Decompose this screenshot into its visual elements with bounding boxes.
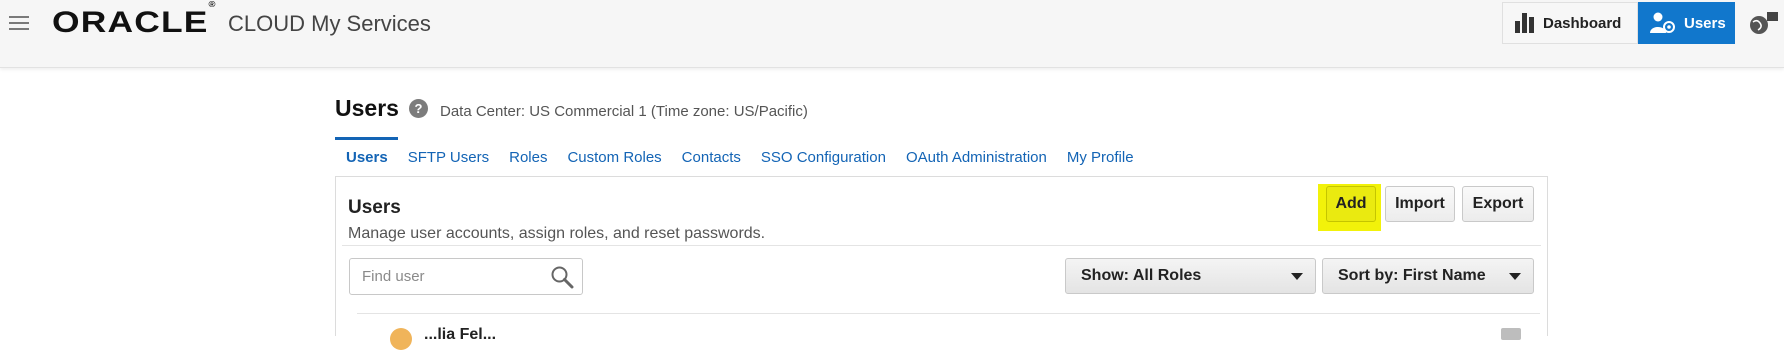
list-divider [357, 313, 1540, 314]
chevron-down-icon [1509, 273, 1521, 280]
nav-more-button[interactable] [1738, 2, 1784, 44]
import-button[interactable]: Import [1385, 186, 1455, 222]
row-menu-icon[interactable] [1501, 328, 1521, 340]
chevron-down-icon [1291, 273, 1303, 280]
help-icon[interactable]: ? [409, 99, 428, 118]
avatar [390, 328, 412, 350]
tab-roles[interactable]: Roles [499, 137, 557, 177]
panel-divider [342, 245, 1541, 246]
user-name[interactable]: ...lia Fel... [424, 326, 496, 344]
page-title: Users [335, 95, 399, 121]
top-header: ORACLE® CLOUD My Services Dashboard User… [0, 0, 1784, 68]
export-button[interactable]: Export [1462, 186, 1534, 222]
tab-contacts[interactable]: Contacts [672, 137, 751, 177]
search-box [349, 258, 583, 295]
globe-gear-icon [1750, 12, 1778, 34]
tab-custom-roles[interactable]: Custom Roles [557, 137, 671, 177]
bar-chart-icon [1515, 13, 1536, 33]
tab-bar: Users SFTP Users Roles Custom Roles Cont… [335, 137, 1144, 177]
nav-dashboard-button[interactable]: Dashboard [1502, 2, 1638, 44]
search-icon[interactable] [550, 265, 574, 289]
tab-users[interactable]: Users [335, 137, 398, 177]
tab-my-profile[interactable]: My Profile [1057, 137, 1144, 177]
oracle-logo: ORACLE® [52, 0, 216, 39]
panel-description: Manage user accounts, assign roles, and … [348, 225, 766, 242]
show-roles-dropdown[interactable]: Show: All Roles [1065, 258, 1316, 294]
tab-sso-configuration[interactable]: SSO Configuration [751, 137, 896, 177]
users-icon [1650, 12, 1675, 33]
tab-oauth-administration[interactable]: OAuth Administration [896, 137, 1057, 177]
tab-sftp-users[interactable]: SFTP Users [398, 137, 499, 177]
panel-title: Users [348, 197, 401, 218]
nav-users-button[interactable]: Users [1638, 2, 1735, 44]
hamburger-menu-icon[interactable] [9, 16, 29, 30]
search-input[interactable] [362, 268, 542, 285]
sort-by-dropdown[interactable]: Sort by: First Name [1322, 258, 1534, 294]
app-title: CLOUD My Services [228, 11, 431, 36]
add-user-button[interactable]: Add [1326, 186, 1376, 222]
data-center-label: Data Center: US Commercial 1 (Time zone:… [440, 103, 808, 120]
